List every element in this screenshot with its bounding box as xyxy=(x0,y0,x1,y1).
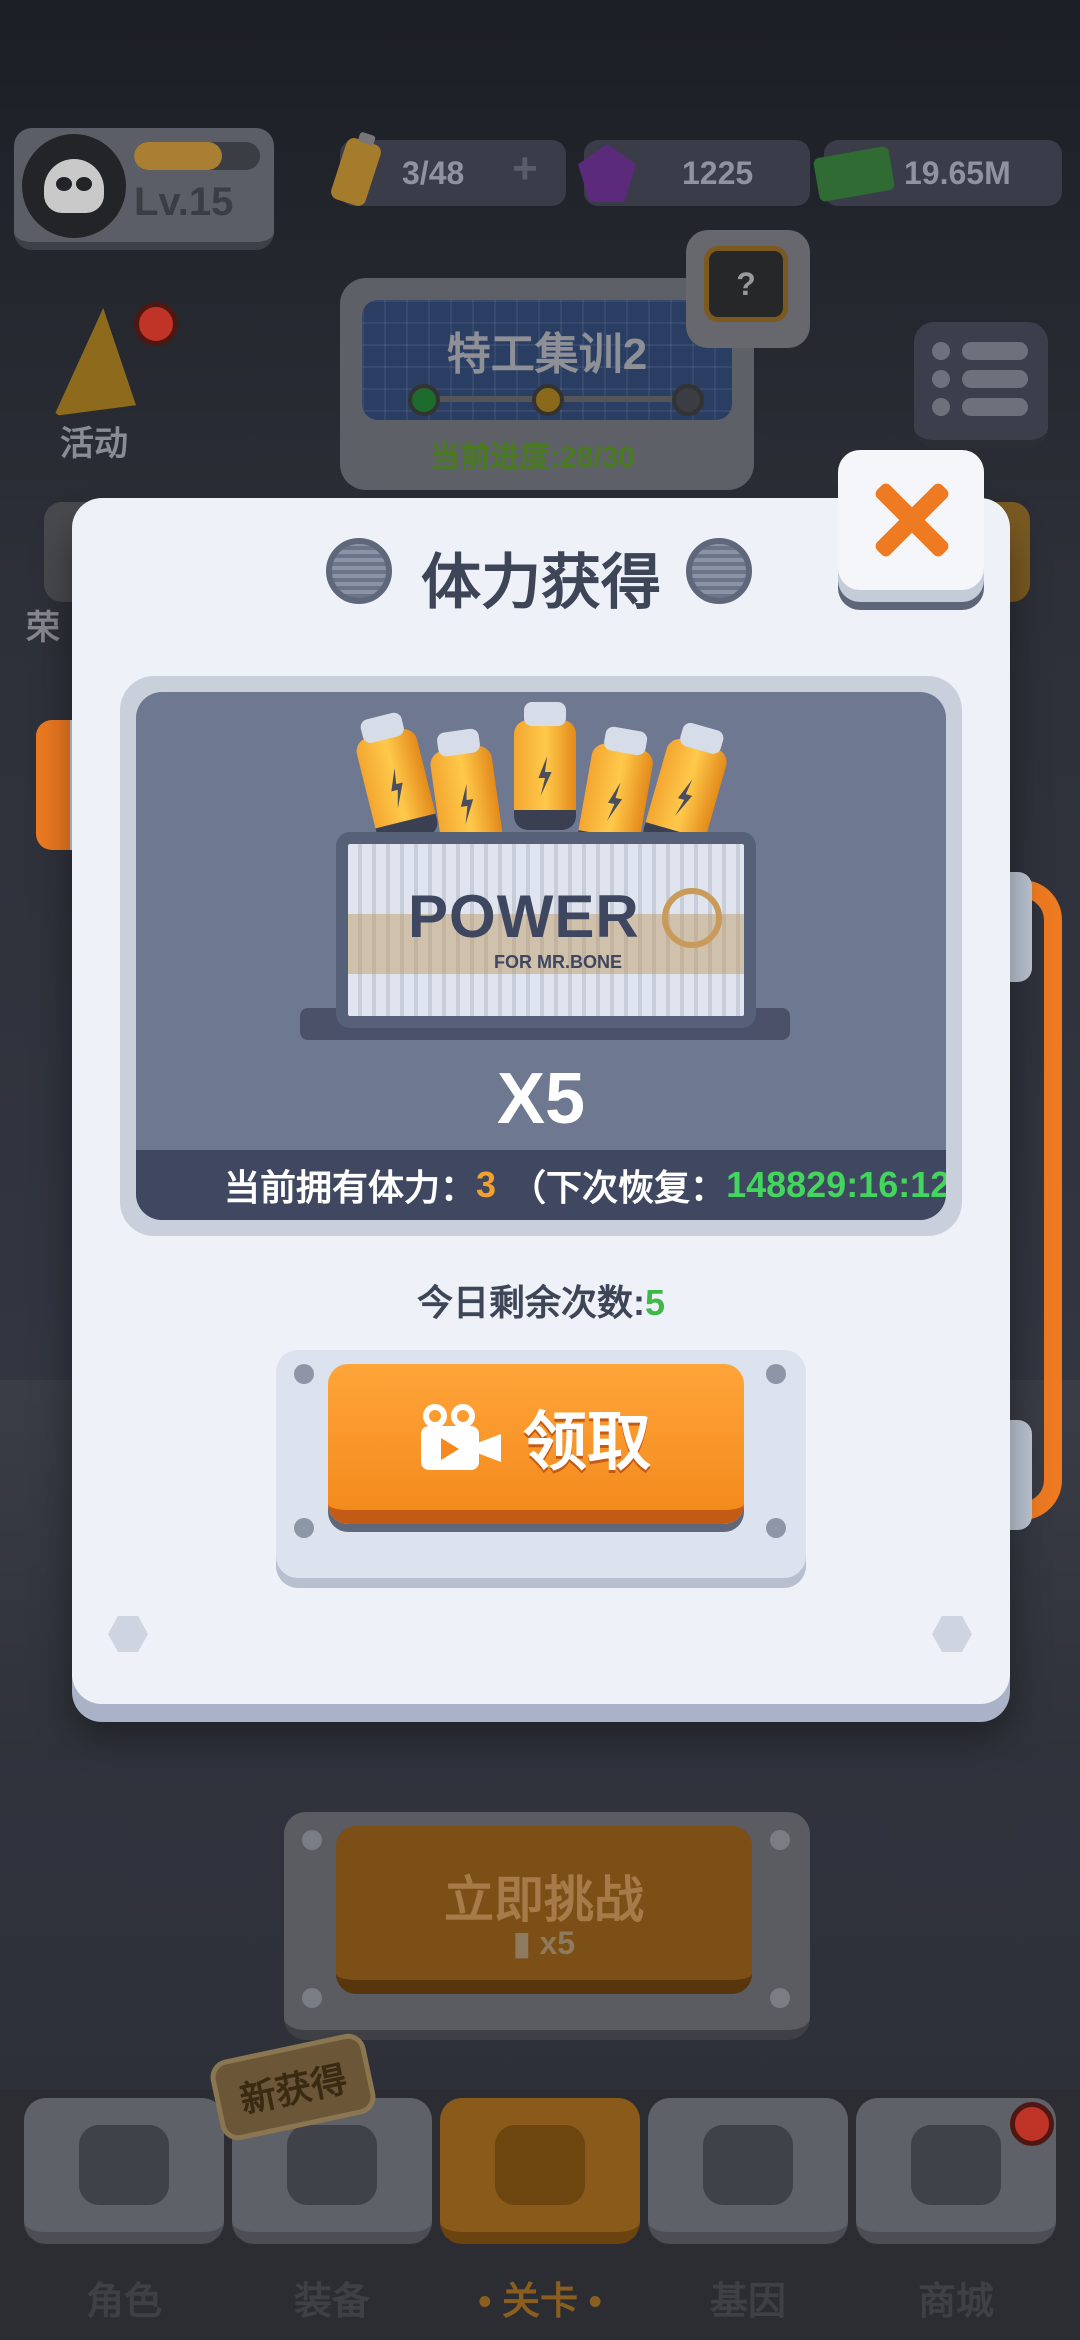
camera-lens xyxy=(479,1434,501,1462)
recover-timer: 148829:16:12 xyxy=(726,1164,946,1205)
screw xyxy=(766,1364,786,1384)
crate-body: POWER FOR MR.BONE xyxy=(336,832,756,1028)
stamina-current: 3 xyxy=(476,1164,497,1205)
claim-panel: 领取 xyxy=(276,1350,806,1578)
stamina-label: 当前拥有体力： xyxy=(224,1167,477,1208)
claim-button[interactable]: 领取 xyxy=(328,1364,744,1524)
battery-icon xyxy=(514,702,576,830)
screw xyxy=(294,1518,314,1538)
camera-reel xyxy=(451,1404,475,1428)
reward-panel: POWER FOR MR.BONE X5 当前拥有体力： 3 （下次恢复： 14… xyxy=(120,676,962,1236)
remaining-value: 5 xyxy=(644,1282,666,1323)
skull-logo-icon xyxy=(662,888,722,948)
remaining-count: 今日剩余次数:5 xyxy=(72,1274,1010,1326)
battery-icon xyxy=(353,726,441,848)
remaining-label: 今日剩余次数: xyxy=(416,1282,645,1323)
claim-label: 领取 xyxy=(523,1406,651,1478)
stamina-status: 当前拥有体力： 3 （下次恢复： 148829:16:12 ） xyxy=(136,1150,946,1220)
reward-amount: X5 xyxy=(496,1059,586,1139)
hex-screw xyxy=(108,1616,148,1652)
play-icon xyxy=(441,1438,459,1460)
hex-screw xyxy=(932,1616,972,1652)
close-icon xyxy=(871,480,951,560)
video-camera-icon xyxy=(421,1404,501,1470)
screw xyxy=(766,1518,786,1538)
reward-display: POWER FOR MR.BONE X5 当前拥有体力： 3 （下次恢复： 14… xyxy=(136,692,946,1220)
crate-sublabel: FOR MR.BONE xyxy=(494,952,622,972)
crate-label: POWER xyxy=(408,883,640,950)
camera-reel xyxy=(423,1404,447,1428)
screw xyxy=(294,1364,314,1384)
power-crate: POWER FOR MR.BONE xyxy=(300,702,790,1040)
stamina-dialog: 体力获得 POWER FOR MR.BONE X5 当前拥有体力： 3 （下次恢… xyxy=(72,498,1010,1704)
recover-prefix: （下次恢复： xyxy=(510,1167,727,1208)
close-button[interactable] xyxy=(838,450,984,590)
